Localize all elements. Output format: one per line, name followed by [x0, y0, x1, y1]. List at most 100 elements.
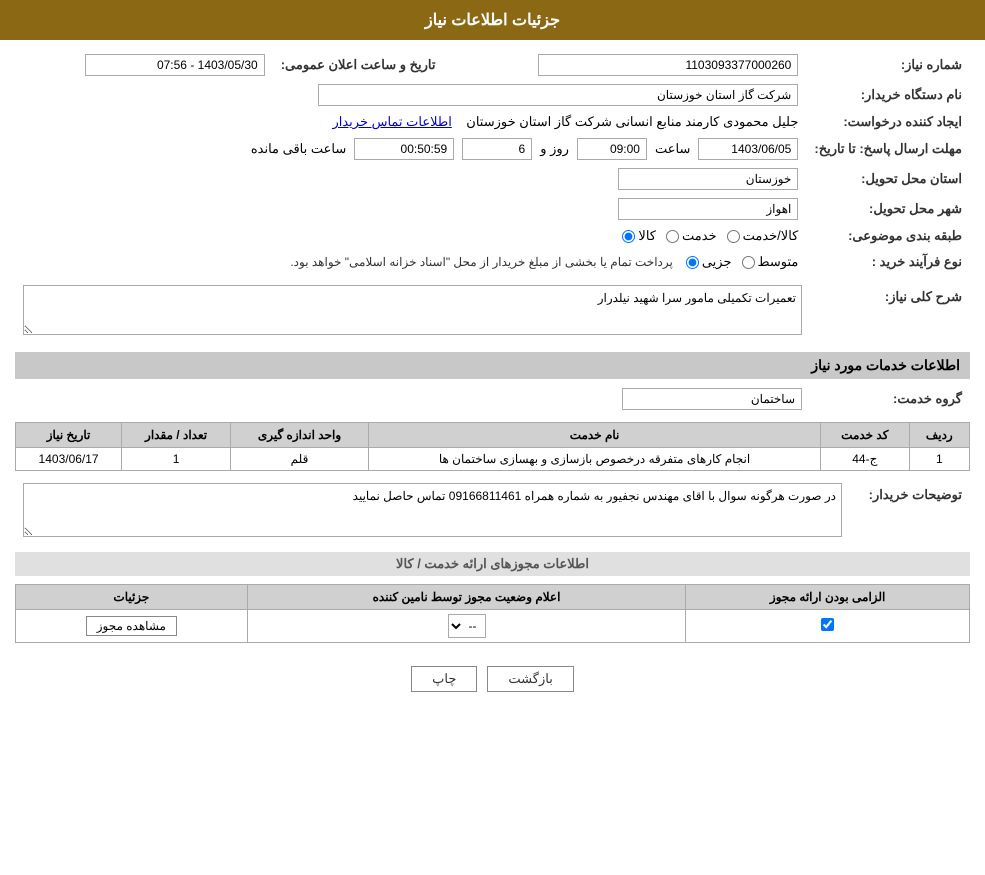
category-radio-group: کالا/خدمت خدمت کالا [622, 228, 798, 244]
province-row: استان محل تحویل: [15, 164, 970, 194]
back-button[interactable]: بازگشت [487, 666, 573, 692]
buyer-org-label: نام دستگاه خریدار: [806, 80, 970, 110]
category-radio-goods[interactable] [622, 230, 635, 243]
service-group-value [15, 384, 810, 414]
permissions-table-head: الزامی بودن ارائه مجوز اعلام وضعیت مجوز … [16, 585, 970, 610]
cell-quantity: 1 [122, 448, 231, 471]
city-input[interactable] [618, 198, 798, 220]
service-group-row: گروه خدمت: [15, 384, 970, 414]
services-table: ردیف کد خدمت نام خدمت واحد اندازه گیری ت… [15, 422, 970, 471]
category-option-goods-service[interactable]: کالا/خدمت [727, 228, 799, 244]
perm-col-mandatory: الزامی بودن ارائه مجوز [686, 585, 970, 610]
footer-buttons: بازگشت چاپ [15, 651, 970, 707]
purchase-radio-group: متوسط جزیی [686, 254, 799, 270]
service-group-input[interactable] [622, 388, 802, 410]
purchase-small-label: جزیی [702, 254, 732, 270]
response-days-input[interactable] [462, 138, 532, 160]
col-service-name: نام خدمت [369, 423, 821, 448]
general-desc-row: شرح کلی نیاز: [15, 281, 970, 342]
main-content: شماره نیاز: تاریخ و ساعت اعلان عمومی: نا… [0, 40, 985, 717]
cell-service_code: ج-44 [821, 448, 910, 471]
category-option-goods[interactable]: کالا [622, 228, 656, 244]
time-label: ساعت [655, 141, 690, 157]
print-button[interactable]: چاپ [411, 666, 477, 692]
days-label: روز و [540, 141, 569, 157]
creator-contact-link[interactable]: اطلاعات تماس خریدار [332, 114, 451, 129]
purchase-type-value: متوسط جزیی پرداخت تمام یا بخشی از مبلغ خ… [15, 248, 806, 276]
page-title: جزئیات اطلاعات نیاز [425, 12, 560, 29]
category-radio-service[interactable] [666, 230, 679, 243]
perm-col-details: جزئیات [16, 585, 248, 610]
category-goods-label: کالا [638, 228, 656, 244]
purchase-medium-label: متوسط [758, 254, 799, 270]
announce-date-label: تاریخ و ساعت اعلان عمومی: [273, 50, 444, 80]
deadline-row: مهلت ارسال پاسخ: تا تاریخ: ساعت روز و سا… [15, 134, 970, 164]
cell-unit: قلم [230, 448, 368, 471]
countdown-input[interactable] [354, 138, 454, 160]
buyer-notes-row: توضیحات خریدار: [15, 479, 970, 544]
buyer-notes-label: توضیحات خریدار: [850, 479, 970, 544]
need-number-label: شماره نیاز: [806, 50, 970, 80]
buyer-notes-textarea[interactable] [23, 483, 842, 537]
purchase-notice: پرداخت تمام یا بخشی از مبلغ خریدار از مح… [285, 252, 678, 272]
remaining-label: ساعت باقی مانده [251, 141, 346, 157]
category-value: کالا/خدمت خدمت کالا [15, 224, 806, 248]
general-desc-textarea[interactable] [23, 285, 802, 335]
services-section-title: اطلاعات خدمات مورد نیاز [15, 352, 970, 379]
purchase-radio-small[interactable] [686, 256, 699, 269]
need-number-value [443, 50, 806, 80]
category-service-label: خدمت [682, 228, 717, 244]
province-input[interactable] [618, 168, 798, 190]
category-option-service[interactable]: خدمت [666, 228, 717, 244]
category-label: طبقه بندی موضوعی: [806, 224, 970, 248]
province-label: استان محل تحویل: [806, 164, 970, 194]
service-group-table: گروه خدمت: [15, 384, 970, 414]
permissions-table: الزامی بودن ارائه مجوز اعلام وضعیت مجوز … [15, 584, 970, 643]
purchase-type-label: نوع فرآیند خرید : [806, 248, 970, 276]
perm-mandatory-checkbox[interactable] [821, 618, 834, 631]
page-header: جزئیات اطلاعات نیاز [0, 0, 985, 40]
permissions-row: -- مشاهده مجوز [16, 610, 970, 643]
buyer-org-value [15, 80, 806, 110]
deadline-label: مهلت ارسال پاسخ: تا تاریخ: [806, 134, 970, 164]
deadline-value: ساعت روز و ساعت باقی مانده [15, 134, 806, 164]
buyer-org-input[interactable] [318, 84, 798, 106]
perm-details-cell: مشاهده مجوز [16, 610, 248, 643]
perm-status-select[interactable]: -- [448, 614, 486, 638]
cell-service_name: انجام کارهای متفرقه درخصوص بازسازی و بهس… [369, 448, 821, 471]
announce-date-input[interactable] [85, 54, 265, 76]
response-time-input[interactable] [577, 138, 647, 160]
need-number-row: شماره نیاز: تاریخ و ساعت اعلان عمومی: [15, 50, 970, 80]
perm-status-cell: -- [247, 610, 686, 643]
creator-text: جلیل محمودی کارمند منابع انسانی شرکت گاز… [466, 114, 798, 129]
perm-col-status: اعلام وضعیت مجوز توسط نامین کننده [247, 585, 686, 610]
purchase-option-small[interactable]: جزیی [686, 254, 732, 270]
purchase-radio-medium[interactable] [742, 256, 755, 269]
services-table-head: ردیف کد خدمت نام خدمت واحد اندازه گیری ت… [16, 423, 970, 448]
category-radio-goods-service[interactable] [727, 230, 740, 243]
col-service-code: کد خدمت [821, 423, 910, 448]
purchase-option-medium[interactable]: متوسط [742, 254, 799, 270]
services-table-header-row: ردیف کد خدمت نام خدمت واحد اندازه گیری ت… [16, 423, 970, 448]
general-desc-label: شرح کلی نیاز: [810, 281, 970, 342]
general-desc-value [15, 281, 810, 342]
buyer-notes-table: توضیحات خریدار: [15, 479, 970, 544]
need-number-input[interactable] [538, 54, 798, 76]
purchase-type-flex: متوسط جزیی پرداخت تمام یا بخشی از مبلغ خ… [23, 252, 798, 272]
creator-label: ایجاد کننده درخواست: [806, 110, 970, 134]
deadline-flex: ساعت روز و ساعت باقی مانده [23, 138, 798, 160]
col-row-num: ردیف [909, 423, 969, 448]
services-table-body: 1ج-44انجام کارهای متفرقه درخصوص بازسازی … [16, 448, 970, 471]
cell-date: 1403/06/17 [16, 448, 122, 471]
response-date-input[interactable] [698, 138, 798, 160]
cell-row_num: 1 [909, 448, 969, 471]
general-desc-table: شرح کلی نیاز: [15, 281, 970, 342]
view-permit-button[interactable]: مشاهده مجوز [86, 616, 177, 636]
permissions-header-row: الزامی بودن ارائه مجوز اعلام وضعیت مجوز … [16, 585, 970, 610]
col-date: تاریخ نیاز [16, 423, 122, 448]
buyer-notes-value [15, 479, 850, 544]
buyer-org-row: نام دستگاه خریدار: [15, 80, 970, 110]
page-wrapper: جزئیات اطلاعات نیاز شماره نیاز: تاریخ و … [0, 0, 985, 875]
permissions-table-body: -- مشاهده مجوز [16, 610, 970, 643]
city-value [15, 194, 806, 224]
